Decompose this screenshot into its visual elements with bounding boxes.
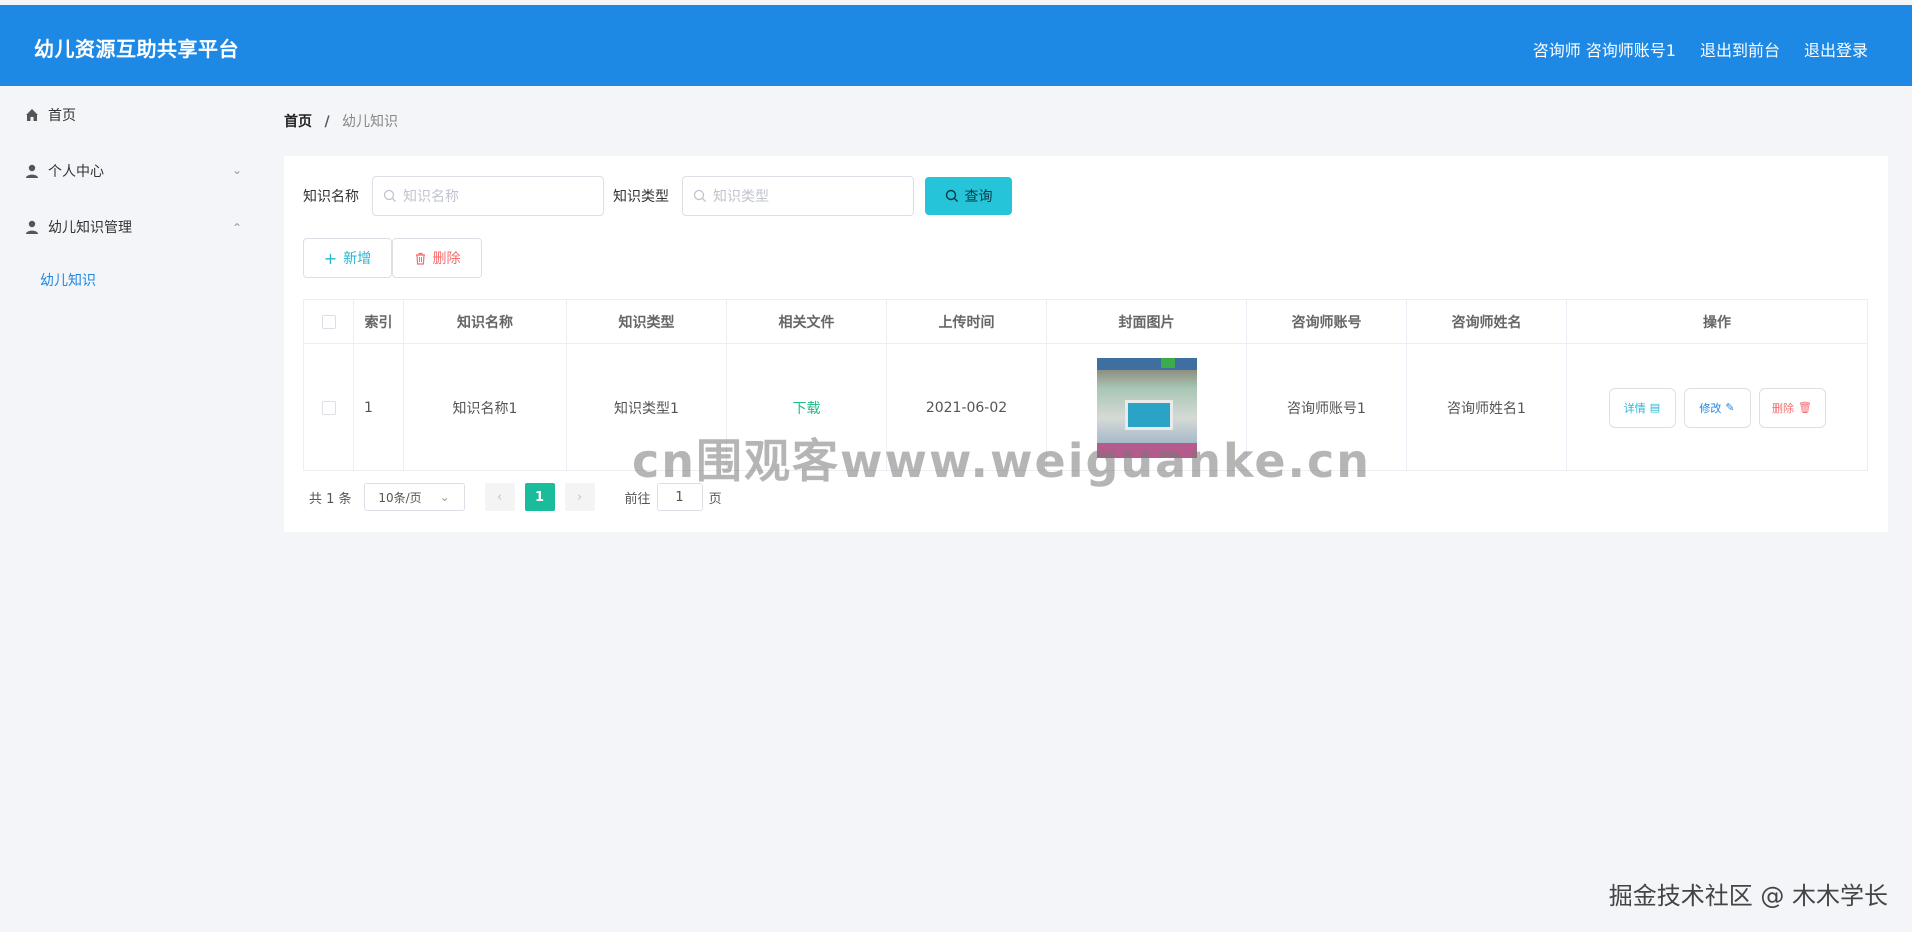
trash-icon (415, 252, 425, 265)
document-icon: ▤ (1649, 401, 1661, 414)
column-header: 咨询师姓名 (1407, 300, 1567, 343)
knowledge-name-label: 知识名称 (303, 189, 359, 205)
trash-icon: 🗑 (1798, 401, 1812, 414)
sidebar-item-label: 幼儿知识管理 (48, 220, 132, 236)
breadcrumb-current: 幼儿知识 (342, 114, 399, 130)
chevron-right-icon: › (576, 489, 583, 505)
sidebar-item-knowledge-management[interactable]: 幼儿知识管理 ⌃ (24, 215, 242, 239)
user-icon (26, 164, 38, 178)
sidebar-item-personal-center[interactable]: 个人中心 ⌄ (24, 159, 242, 183)
query-button-label: 查询 (964, 189, 993, 205)
column-header: 相关文件 (727, 300, 887, 343)
knowledge-type-input[interactable]: 知识类型 (682, 176, 914, 216)
download-link[interactable]: 下载 (793, 398, 821, 418)
exit-to-front-link[interactable]: 退出到前台 (1700, 37, 1780, 61)
search-icon (945, 189, 958, 202)
edit-button[interactable]: 修改 ✎ (1683, 387, 1751, 428)
column-header: 知识名称 (404, 300, 567, 343)
page-size-select[interactable]: 10条/页 ⌄ (363, 483, 465, 511)
corner-watermark: 掘金技术社区 @ 木木学长 (1608, 882, 1888, 910)
breadcrumb-home[interactable]: 首页 (284, 114, 312, 130)
search-icon (383, 189, 396, 202)
knowledge-type-placeholder: 知识类型 (713, 189, 769, 205)
row-select-cell (304, 344, 354, 471)
row-checkbox[interactable] (321, 400, 336, 415)
add-button-label: 新增 (343, 251, 372, 267)
plus-icon: + (323, 248, 338, 268)
page-size-value: 10条/页 (378, 490, 422, 505)
brand-title: 幼儿资源互助共享平台 (34, 37, 239, 61)
breadcrumb-separator: / (324, 114, 330, 130)
chevron-left-icon: ‹ (496, 489, 503, 505)
row-delete-button-label: 删除 (1772, 401, 1795, 415)
home-icon (26, 109, 38, 121)
knowledge-name-input[interactable]: 知识名称 (372, 176, 604, 216)
row-delete-button[interactable]: 删除 🗑 (1758, 387, 1826, 428)
ops-cell: 详情 ▤ 修改 ✎ 删除 🗑 (1567, 344, 1867, 471)
user-icon (26, 220, 38, 234)
query-button[interactable]: 查询 (925, 177, 1012, 215)
column-header: 操作 (1703, 314, 1731, 331)
knowledge-name-placeholder: 知识名称 (403, 189, 459, 205)
row-actions: 详情 ▤ 修改 ✎ 删除 🗑 (1608, 387, 1826, 428)
sidebar-item-label: 个人中心 (48, 164, 104, 180)
delete-button[interactable]: 删除 (392, 238, 482, 278)
column-header: 索引 (354, 300, 404, 343)
current-user-label: 咨询师 咨询师账号1 (1532, 41, 1676, 60)
logout-link[interactable]: 退出登录 (1804, 37, 1868, 61)
search-icon (693, 189, 706, 202)
name-cell: 知识名称1 (404, 344, 567, 471)
knowledge-type-label: 知识类型 (613, 189, 669, 205)
header-select-all-cell (304, 300, 354, 343)
column-header: 知识类型 (567, 300, 727, 343)
edit-button-label: 修改 (1699, 401, 1722, 415)
index-cell: 1 (354, 344, 404, 471)
column-header: 咨询师账号 (1247, 300, 1407, 343)
column-header: 上传时间 (887, 300, 1047, 343)
sidebar-item-home[interactable]: 首页 (24, 103, 242, 127)
detail-button[interactable]: 详情 ▤ (1608, 387, 1676, 428)
chevron-down-icon: ⌄ (231, 163, 242, 177)
header-actions: 咨询师 咨询师账号1 退出到前台 退出登录 (1533, 37, 1868, 61)
detail-button-label: 详情 (1623, 401, 1646, 415)
chevron-down-icon: ⌄ (439, 490, 450, 504)
prev-page-button[interactable]: ‹ (484, 483, 515, 511)
column-header: 封面图片 (1047, 300, 1247, 343)
sidebar-item-label: 首页 (48, 108, 76, 124)
page-number-current[interactable]: 1 (524, 483, 555, 511)
delete-button-label: 删除 (432, 251, 461, 267)
pencil-icon: ✎ (1725, 401, 1735, 414)
next-page-button[interactable]: › (564, 483, 595, 511)
sidebar: 首页 个人中心 ⌄ 幼儿知识管理 ⌃ 幼儿知识 (0, 86, 258, 932)
center-watermark: cn围观客www.weiguanke.cn (632, 434, 1372, 488)
total-count: 共 1 条 (309, 491, 352, 507)
top-header: 幼儿资源互助共享平台 咨询师 咨询师账号1 退出到前台 退出登录 (0, 5, 1912, 86)
select-all-checkbox[interactable] (321, 314, 336, 329)
add-button[interactable]: + 新增 (303, 238, 392, 278)
table-header: 索引 知识名称 知识类型 相关文件 上传时间 封面图片 咨询师账号 咨询师姓名 … (304, 300, 1867, 344)
chevron-up-icon: ⌃ (231, 221, 242, 235)
consultant-name-cell: 咨询师姓名1 (1407, 344, 1567, 471)
breadcrumb: 首页 / 幼儿知识 (284, 111, 398, 131)
sidebar-subitem-child-knowledge[interactable]: 幼儿知识 (40, 270, 96, 290)
